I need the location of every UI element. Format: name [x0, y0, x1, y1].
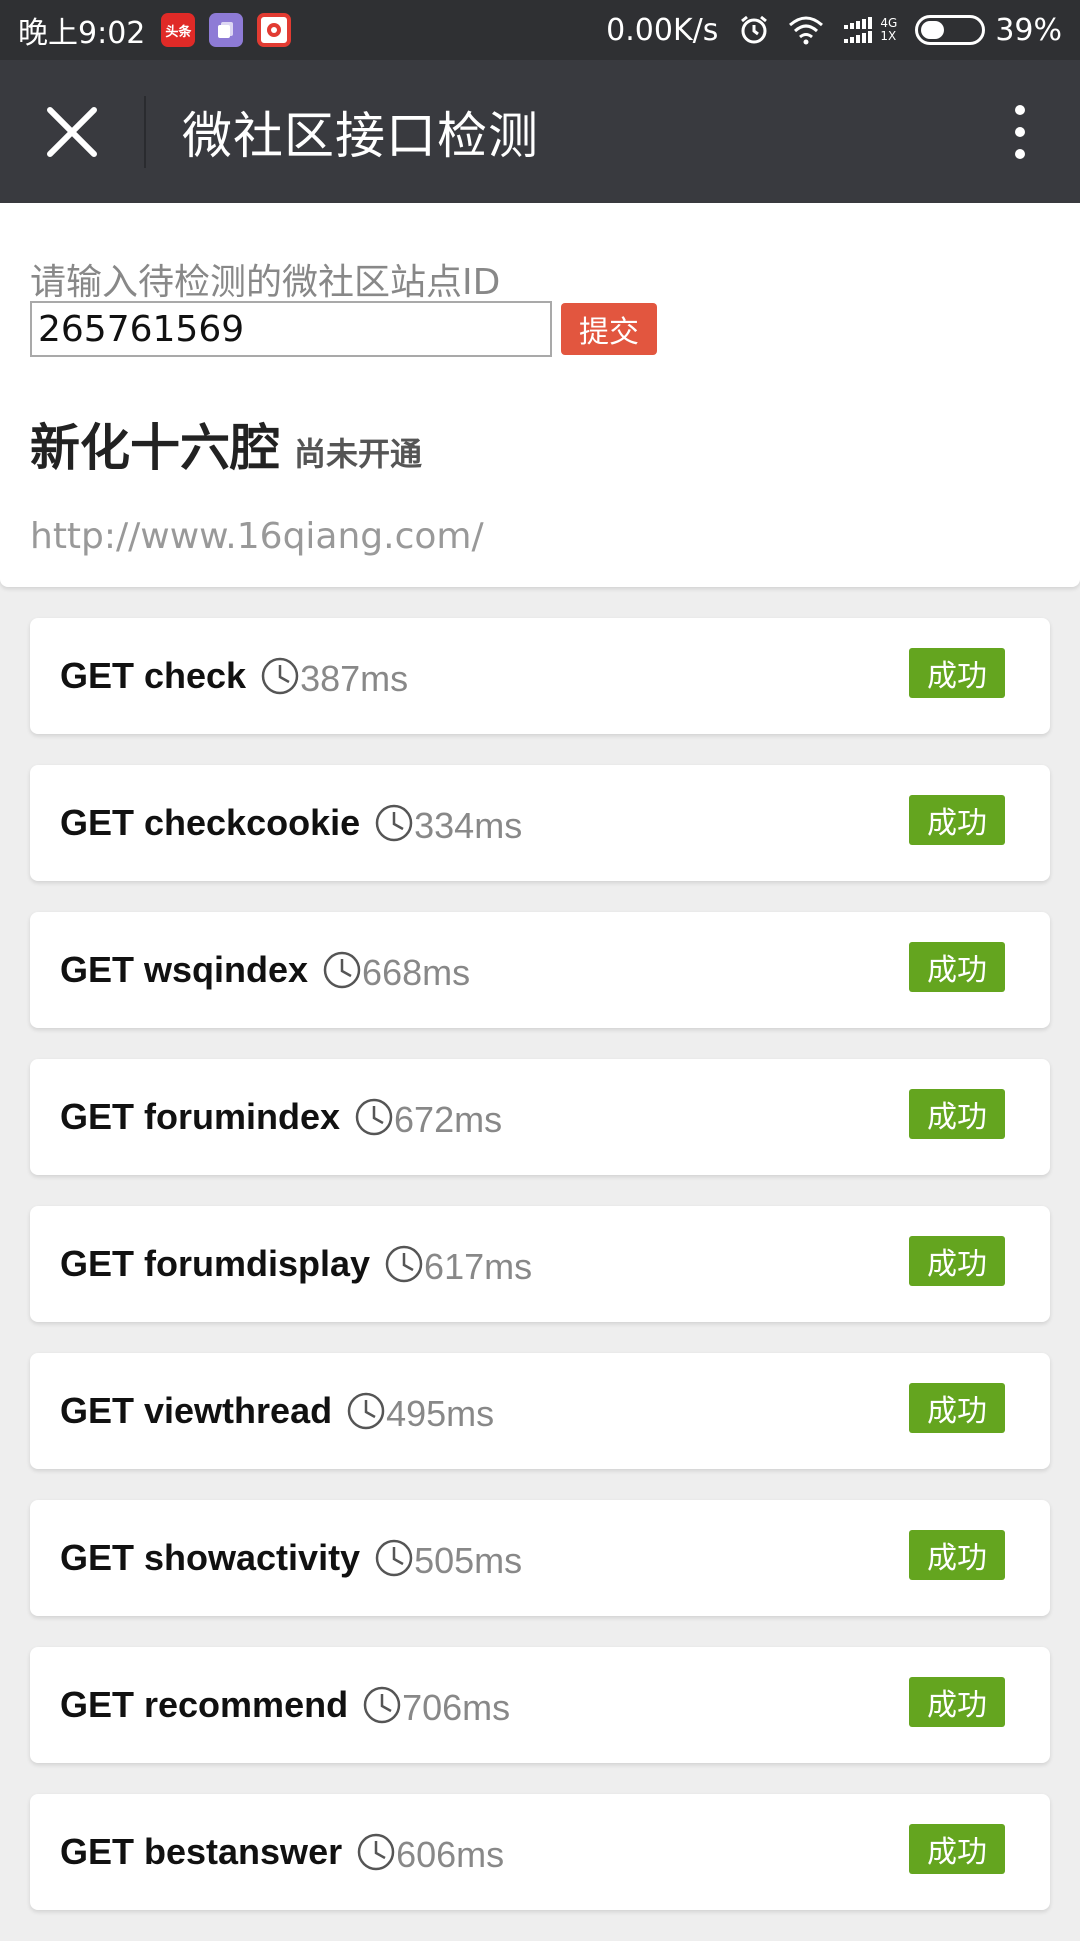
check-endpoint-name: GET showactivity [60, 1537, 361, 1578]
check-endpoint-name: GET forumindex [60, 1096, 341, 1137]
check-endpoint-name: GET recommend [60, 1684, 349, 1725]
wifi-icon [788, 15, 824, 45]
alarm-icon [738, 14, 770, 46]
check-response-time: 617ms [424, 1246, 533, 1287]
check-response-time: 606ms [396, 1834, 505, 1875]
battery-fill [921, 21, 945, 39]
check-response-time: 505ms [414, 1540, 523, 1581]
list-item: GET bestanswer 606ms 成功 [30, 1794, 1050, 1910]
app-notification-icon [257, 13, 292, 47]
status-time: 晚上9:02 [18, 16, 146, 51]
check-response-time: 387ms [300, 658, 409, 699]
status-badge: 成功 [909, 1236, 1005, 1286]
status-badge: 成功 [909, 795, 1005, 845]
sim-label: 1X [880, 29, 897, 43]
clock-icon [374, 1538, 414, 1578]
list-item: GET forumdisplay 617ms 成功 [30, 1206, 1050, 1322]
site-url: http://www.16qiang.com/ [30, 516, 484, 557]
more-vertical-icon [1015, 104, 1025, 115]
check-endpoint-name: GET bestanswer [60, 1831, 343, 1872]
list-item: GET viewthread 495ms 成功 [30, 1353, 1050, 1469]
battery-icon [915, 15, 986, 45]
list-item: GET checkcookie 334ms 成功 [30, 765, 1050, 881]
site-name: 新化十六腔 [30, 419, 280, 477]
list-item: GET recommend 706ms 成功 [30, 1647, 1050, 1763]
more-vertical-icon-dot [1015, 148, 1025, 159]
check-response-time: 334ms [414, 805, 523, 846]
site-id-prompt: 请输入待检测的微社区站点ID [30, 262, 501, 303]
close-button[interactable] [0, 60, 144, 203]
clock-icon [260, 656, 300, 696]
notes-app-icon [209, 13, 244, 47]
net-speed: 0.00K/s [606, 12, 719, 48]
site-name-row: 新化十六腔 尚未开通 [30, 408, 422, 480]
check-response-time: 668ms [362, 952, 471, 993]
status-badge: 成功 [909, 1824, 1005, 1874]
toutiao-app-icon: 头条 [161, 13, 196, 47]
status-badge: 成功 [909, 942, 1005, 992]
more-options-button[interactable] [970, 60, 1070, 203]
status-badge: 成功 [909, 1530, 1005, 1580]
status-badge: 成功 [909, 648, 1005, 698]
status-badge: 成功 [909, 1677, 1005, 1727]
clock-icon [346, 1391, 386, 1431]
clock-icon [362, 1685, 402, 1725]
submit-button[interactable]: 提交 [561, 303, 657, 355]
check-response-time: 672ms [394, 1099, 503, 1140]
check-endpoint-name: GET wsqindex [60, 949, 309, 990]
page-title: 微社区接口检测 [182, 106, 539, 165]
more-vertical-icon-dot [1015, 126, 1025, 137]
site-id-input[interactable] [30, 301, 552, 357]
check-endpoint-name: GET viewthread [60, 1390, 333, 1431]
status-bar: 晚上9:02 头条 0.00K/s 4G 1X 39% [0, 0, 1080, 60]
title-divider [144, 95, 146, 168]
battery-percent: 39% [995, 12, 1062, 48]
clock-icon [354, 1097, 394, 1137]
check-result-list: GET check 387ms 成功 GET checkcookie 334ms 成功 GE… [30, 618, 1050, 1941]
clock-icon [356, 1832, 396, 1872]
list-item: GET forumindex 672ms 成功 [30, 1059, 1050, 1175]
list-item: GET wsqindex 668ms 成功 [30, 912, 1050, 1028]
clock-icon [322, 950, 362, 990]
check-endpoint-name: GET forumdisplay [60, 1243, 371, 1284]
clock-icon [384, 1244, 424, 1284]
clock-icon [374, 803, 414, 843]
list-item: GET check 387ms 成功 [30, 618, 1050, 734]
list-item: GET showactivity 505ms 成功 [30, 1500, 1050, 1616]
check-response-time: 706ms [402, 1687, 511, 1728]
close-icon [47, 106, 97, 157]
status-badge: 成功 [909, 1089, 1005, 1139]
title-bar: 微社区接口检测 [0, 60, 1080, 203]
check-endpoint-name: GET check [60, 655, 247, 696]
check-endpoint-name: GET checkcookie [60, 802, 361, 843]
signal-icon: 4G 1X [842, 15, 897, 45]
status-badge: 成功 [909, 1383, 1005, 1433]
site-status: 尚未开通 [294, 435, 423, 473]
site-check-form-card: 请输入待检测的微社区站点ID 提交 新化十六腔尚未开通 http://www.1… [0, 203, 1080, 587]
check-response-time: 495ms [386, 1393, 495, 1434]
